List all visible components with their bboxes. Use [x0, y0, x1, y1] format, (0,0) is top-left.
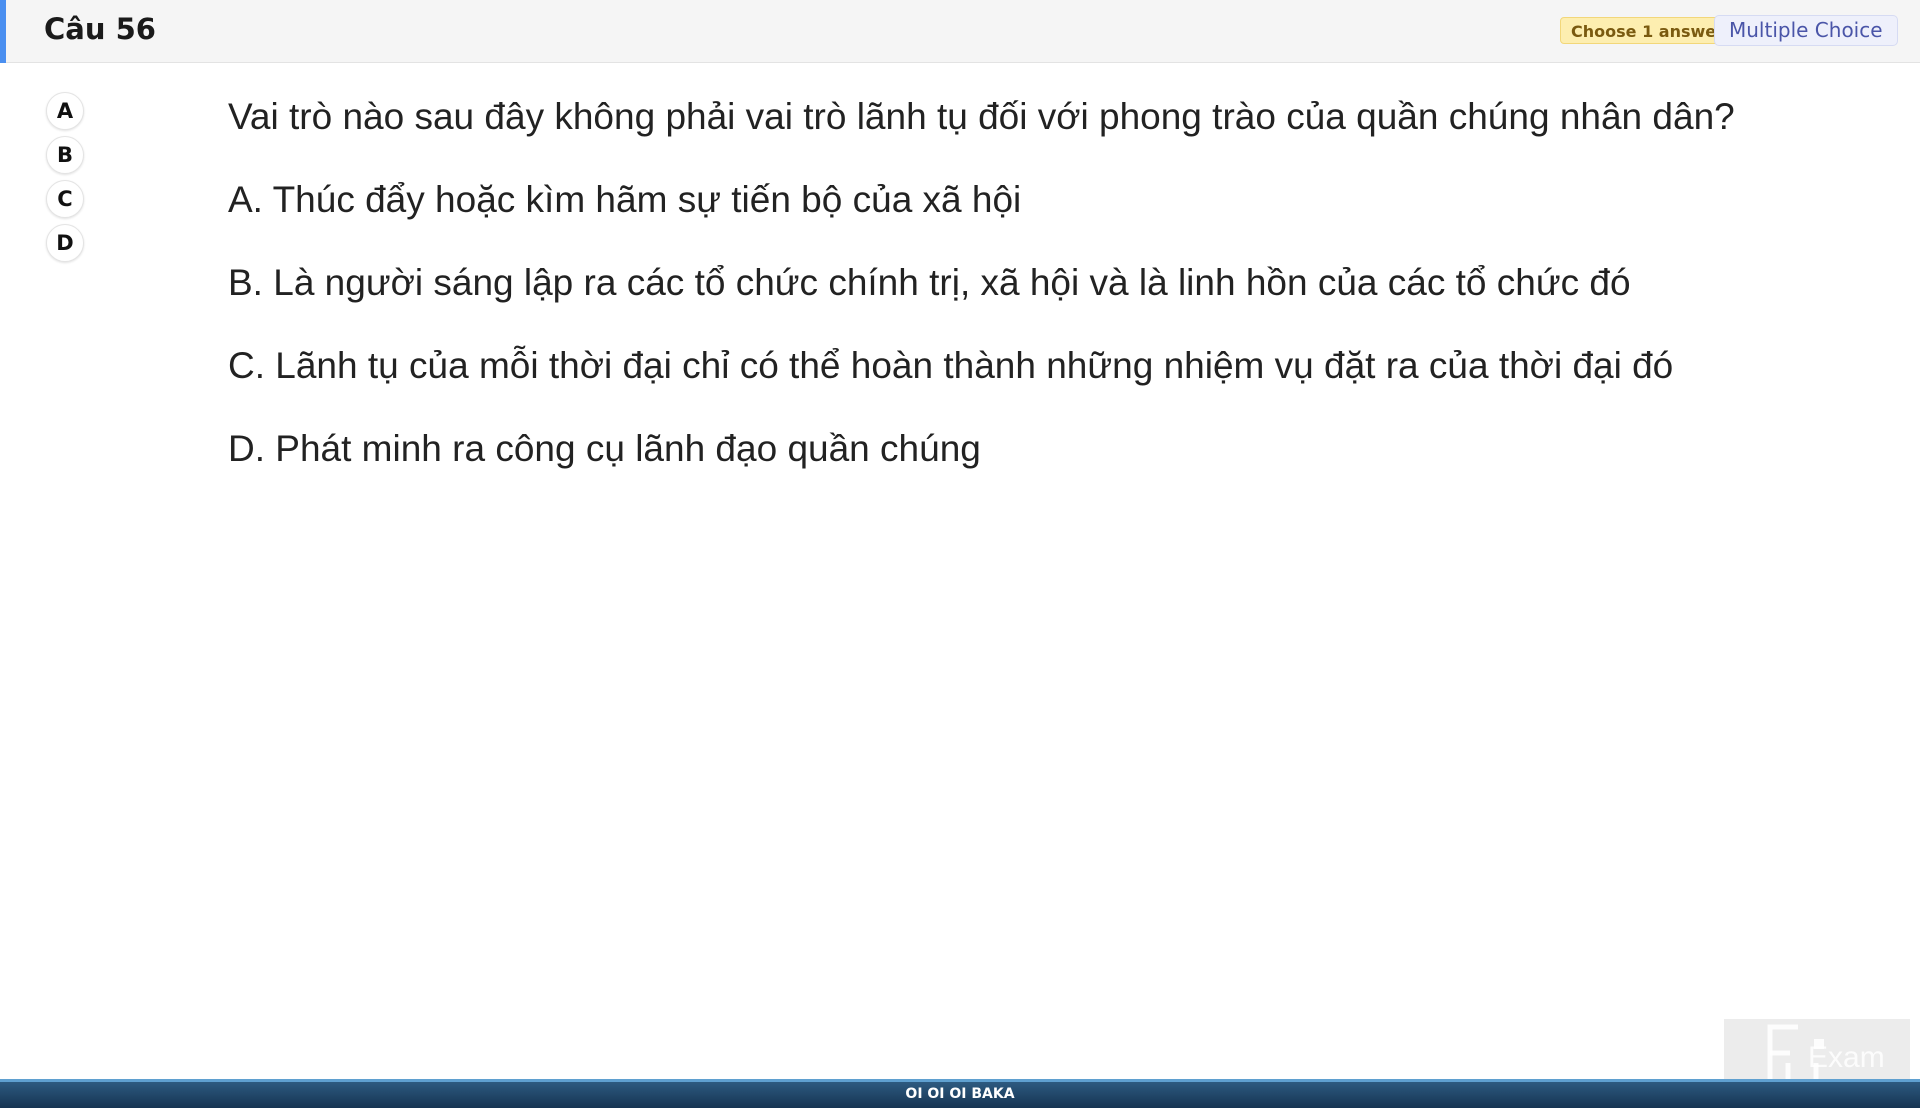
question-header: Câu 56 Choose 1 answer Multiple Choice [0, 0, 1920, 63]
answer-option-b-button[interactable]: B [46, 136, 84, 174]
answer-option-a-button[interactable]: A [46, 92, 84, 130]
header-accent-bar [0, 0, 6, 63]
choose-count-badge: Choose 1 answer [1560, 17, 1735, 44]
question-content: Vai trò nào sau đây không phải vai trò l… [228, 90, 1788, 490]
choice-b-text: B. Là người sáng lập ra các tổ chức chín… [228, 262, 1631, 303]
question-text: Vai trò nào sau đây không phải vai trò l… [228, 96, 1735, 137]
answer-options-column: A B C D [46, 92, 86, 268]
question-number-title: Câu 56 [44, 12, 156, 46]
choice-a-text: A. Thúc đẩy hoặc kìm hãm sự tiến bộ của … [228, 179, 1022, 220]
choice-c-text: C. Lãnh tụ của mỗi thời đại chỉ có thể h… [228, 345, 1674, 386]
answer-option-c-button[interactable]: C [46, 180, 84, 218]
choice-d-text: D. Phát minh ra công cụ lãnh đạo quần ch… [228, 428, 981, 469]
footer-bar: OI OI OI BAKA [0, 1079, 1920, 1108]
answer-option-d-button[interactable]: D [46, 224, 84, 262]
watermark-text: Exam [1808, 1041, 1885, 1074]
question-type-badge: Multiple Choice [1714, 15, 1898, 46]
